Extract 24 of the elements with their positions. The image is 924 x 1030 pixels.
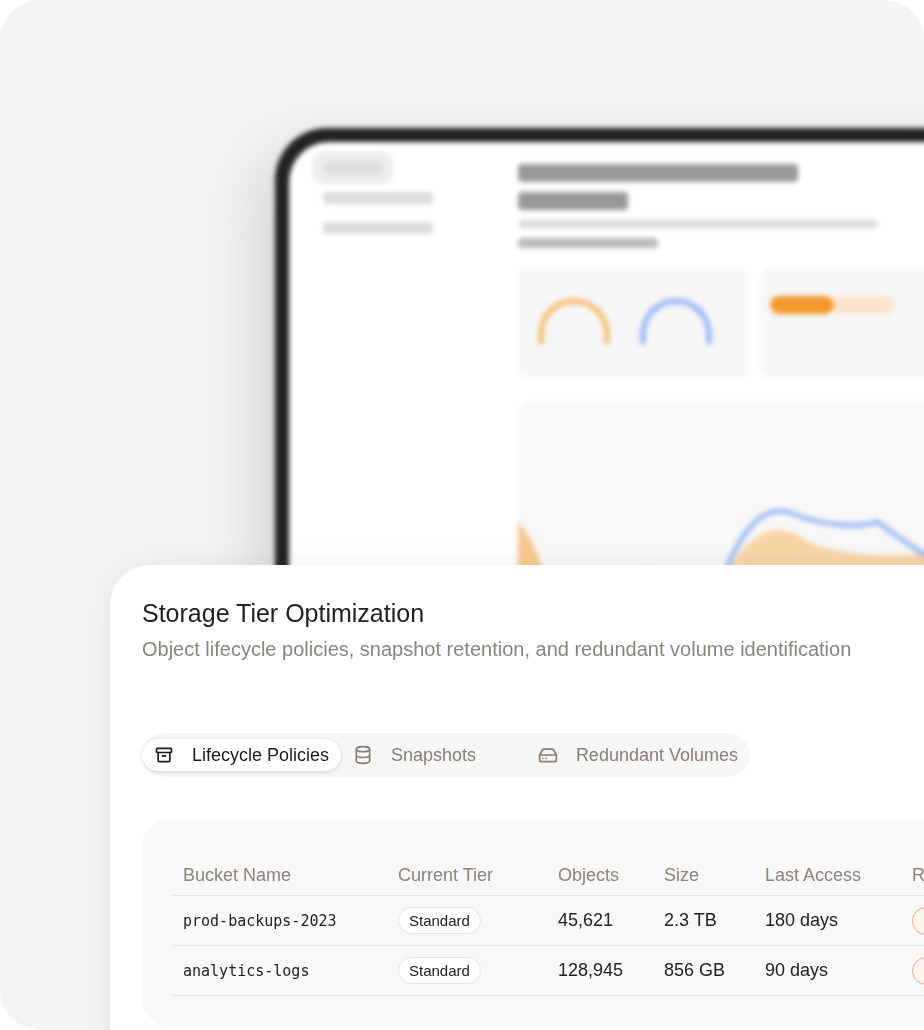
page-subtitle: Object lifecycle policies, snapshot retention, and redundant volume identification	[142, 638, 853, 661]
last-access-cell-text: 180 days	[764, 910, 840, 931]
size-cell-text: 856 GB	[663, 960, 727, 981]
column-header: Objects	[557, 864, 621, 886]
database-icon	[353, 745, 374, 765]
bucket-name-cell-text: analytics-logs	[182, 961, 311, 980]
column-header: Last Access	[764, 864, 863, 886]
tab[interactable]: Snapshots	[341, 739, 522, 771]
objects-cell-text: 45,621	[557, 910, 615, 931]
hard-drive-icon	[537, 745, 558, 765]
column-header: Bucket Name	[182, 864, 293, 886]
column-header: Size	[663, 864, 700, 886]
page-title: Storage Tier Optimization	[142, 599, 426, 628]
last-access-cell-text: 90 days	[764, 960, 830, 981]
size-cell-text: 2.3 TB	[663, 910, 718, 931]
tab[interactable]: Redundant Volumes	[521, 739, 750, 771]
archive-icon	[154, 745, 174, 765]
column-header: R	[911, 864, 924, 886]
bucket-name-cell-text: prod-backups-2023	[182, 911, 338, 930]
tier-badge: Standard	[398, 907, 481, 934]
column-header: Current Tier	[397, 864, 495, 886]
tier-badge: Standard	[398, 957, 481, 984]
tab[interactable]: Lifecycle Policies	[142, 739, 342, 771]
objects-cell-text: 128,945	[557, 960, 625, 981]
